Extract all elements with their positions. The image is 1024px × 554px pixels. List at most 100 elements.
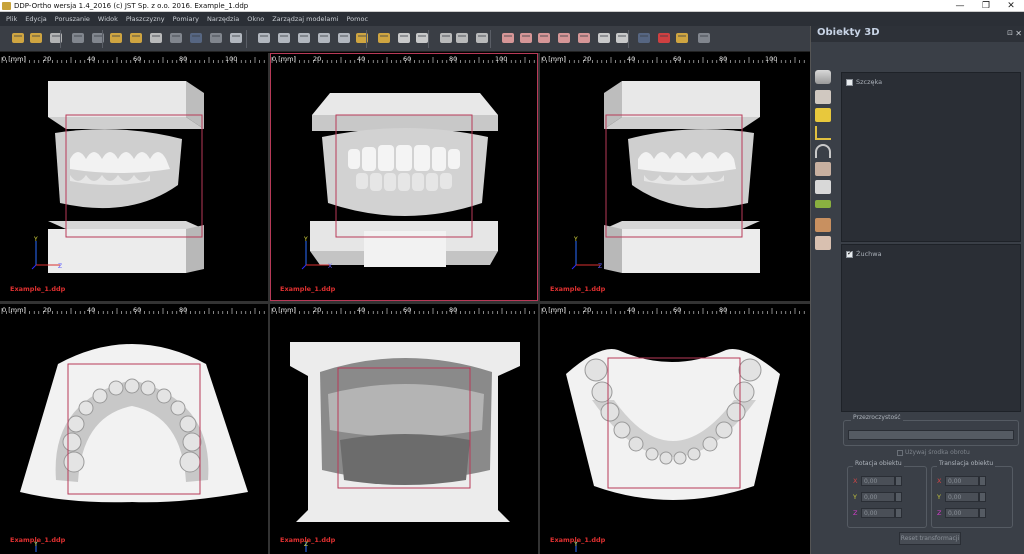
arch-4-icon[interactable] <box>556 30 572 46</box>
model-view-3-icon[interactable] <box>474 30 490 46</box>
redo-icon[interactable] <box>90 30 106 46</box>
upper-object-checkbox[interactable] <box>846 78 853 86</box>
transparency-label: Przezroczystość <box>851 414 903 421</box>
rotation-x-spinner[interactable] <box>895 476 902 486</box>
menu-pomoc[interactable]: Pomoc <box>342 12 372 26</box>
rotation-z-input[interactable]: 0,00 <box>861 508 895 518</box>
menu-plik[interactable]: Plik <box>2 12 21 26</box>
occlusion-icon[interactable] <box>815 180 831 194</box>
translation-z-spinner[interactable] <box>979 508 986 518</box>
note-icon[interactable] <box>815 108 831 122</box>
dental-model-posterior[interactable] <box>270 304 538 552</box>
objects-3d-panel: Obiekty 3D ⊡ ✕ Szczęka Żuchwa Przezroczy… <box>810 26 1024 554</box>
menu-bar: Plik Edycja Poruszanie Widok Płaszczyzny Pomi… <box>0 12 1024 26</box>
zoom-icon[interactable] <box>148 30 164 46</box>
lower-object-label: Żuchwa <box>856 250 882 258</box>
menu-poruszanie[interactable]: Poruszanie <box>51 12 94 26</box>
pan-icon[interactable] <box>128 30 144 46</box>
menu-narzedzia[interactable]: Narzędzia <box>203 12 243 26</box>
maximize-button[interactable]: ❐ <box>973 0 999 12</box>
cursor-icon[interactable] <box>208 30 224 46</box>
arch-6-icon[interactable] <box>596 30 612 46</box>
toolbar <box>0 26 810 52</box>
cut-icon[interactable] <box>815 218 831 232</box>
layout-2-icon[interactable] <box>256 30 272 46</box>
model-view-1-icon[interactable] <box>438 30 454 46</box>
viewport-right-lateral[interactable]: 0 [mm] 20 40 60 80 100 Y Z Example_1.ddp <box>0 53 268 301</box>
translation-y-spinner[interactable] <box>979 492 986 502</box>
ruler: 0 [mm] 20 40 60 80 <box>0 304 268 320</box>
arch-2-icon[interactable] <box>518 30 534 46</box>
rotation-z-spinner[interactable] <box>895 508 902 518</box>
move-cross-icon[interactable] <box>656 30 672 46</box>
rotation-y-input[interactable]: 0,00 <box>861 492 895 502</box>
menu-okno[interactable]: Okno <box>243 12 268 26</box>
menu-edycja[interactable]: Edycja <box>21 12 50 26</box>
plane-icon[interactable] <box>636 30 652 46</box>
dental-model-lower-occlusal[interactable] <box>540 304 808 552</box>
save-icon[interactable] <box>48 30 64 46</box>
folder-icon[interactable] <box>28 30 44 46</box>
upper-object-row[interactable]: Szczęka <box>846 78 882 86</box>
view-2-icon[interactable] <box>376 30 392 46</box>
layout-4-icon[interactable] <box>296 30 312 46</box>
viewport-lower-occlusal[interactable]: 0 [mm]20406080YXExample_1.ddp <box>540 304 808 552</box>
rotate-icon[interactable] <box>108 30 124 46</box>
molar-icon[interactable] <box>815 162 831 176</box>
select-icon[interactable] <box>188 30 204 46</box>
segment-icon[interactable] <box>815 236 831 250</box>
pin-icon[interactable]: ⊡ <box>1007 29 1013 37</box>
arch-5-icon[interactable] <box>576 30 592 46</box>
viewport-posterior[interactable]: 0 [mm]20406080ZXExample_1.ddp <box>270 304 538 552</box>
axis-label-horizontal: X <box>328 263 333 270</box>
measure-icon[interactable] <box>396 30 412 46</box>
ruler-tick-label: 20 <box>43 55 52 63</box>
viewport-left-lateral[interactable]: 0 [mm] 20 40 60 80 100 Y Z Example_1.ddp <box>540 53 808 301</box>
lower-object-checkbox[interactable] <box>846 249 853 258</box>
menu-pomiary[interactable]: Pomiary <box>169 12 203 26</box>
open-folder-icon[interactable] <box>10 30 26 46</box>
viewport-filename: Example_1.ddp <box>10 536 66 544</box>
rotation-x-input[interactable]: 0,00 <box>861 476 895 486</box>
arch-1-icon[interactable] <box>500 30 516 46</box>
dental-model-upper-occlusal[interactable] <box>0 304 268 552</box>
layout-grid-icon[interactable] <box>228 30 244 46</box>
translation-y-input[interactable]: 0,00 <box>945 492 979 502</box>
rotation-axis-label-z: Z <box>853 509 858 517</box>
ruler-tick-label: 20 <box>313 306 322 314</box>
settings-icon[interactable] <box>696 30 712 46</box>
plane-tool-icon[interactable] <box>815 200 831 208</box>
minimize-button[interactable]: — <box>947 0 973 12</box>
use-center-checkbox[interactable]: Używaj środka obrotu <box>897 449 970 456</box>
translation-z-input[interactable]: 0,00 <box>945 508 979 518</box>
jaw-model-icon[interactable] <box>815 70 831 84</box>
arch-3-icon[interactable] <box>536 30 552 46</box>
layout-3-icon[interactable] <box>276 30 292 46</box>
menu-plaszczyzny[interactable]: Płaszczyzny <box>122 12 169 26</box>
menu-zarzadzaj-modelami[interactable]: Zarządzaj modelami <box>268 12 342 26</box>
viewport-upper-occlusal[interactable]: 0 [mm]20406080YXExample_1.ddp <box>0 304 268 552</box>
translation-x-input[interactable]: 0,00 <box>945 476 979 486</box>
viewport-frontal[interactable]: 0 [mm] 20 40 60 80 100 Y X Example_1.ddp <box>270 53 538 301</box>
arch-line-icon[interactable] <box>815 126 831 140</box>
close-button[interactable]: ✕ <box>998 0 1024 12</box>
view-1-icon[interactable] <box>354 30 370 46</box>
arch-curve-icon[interactable] <box>815 144 831 158</box>
rotation-y-spinner[interactable] <box>895 492 902 502</box>
reset-transform-button[interactable]: Reset transformacji <box>899 532 961 545</box>
ruler-tick-label: 20 <box>313 55 322 63</box>
transparency-slider[interactable] <box>848 430 1014 440</box>
ruler-tick-label: 80 <box>449 306 458 314</box>
layout-5-icon[interactable] <box>316 30 332 46</box>
camera-icon[interactable] <box>674 30 690 46</box>
panel-close-icon[interactable]: ✕ <box>1015 29 1022 38</box>
teeth-icon[interactable] <box>815 90 831 104</box>
undo-icon[interactable] <box>70 30 86 46</box>
hand-icon[interactable] <box>168 30 184 46</box>
menu-widok[interactable]: Widok <box>94 12 122 26</box>
lower-object-row[interactable]: Żuchwa <box>846 249 882 258</box>
layout-6-icon[interactable] <box>336 30 352 46</box>
model-view-2-icon[interactable] <box>454 30 470 46</box>
panel-title: Obiekty 3D <box>817 27 880 38</box>
translation-x-spinner[interactable] <box>979 476 986 486</box>
